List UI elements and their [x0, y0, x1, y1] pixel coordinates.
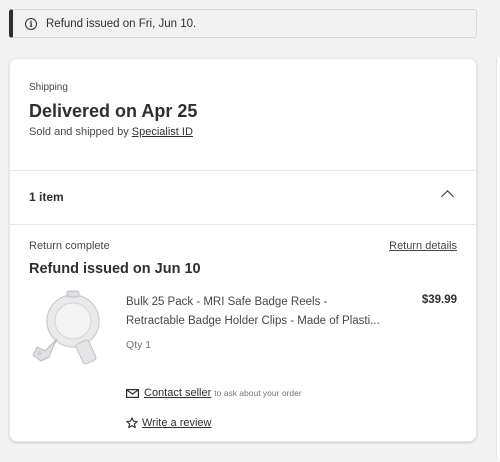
info-icon: i	[25, 17, 37, 30]
divider	[10, 170, 476, 171]
badge-reel-image[interactable]	[27, 287, 103, 367]
sold-by: Sold and shipped by Specialist ID	[29, 126, 193, 138]
seller-link[interactable]: Specialist ID	[132, 126, 193, 138]
refund-title: Refund issued on Jun 10	[29, 261, 201, 277]
banner-text: Refund issued on Fri, Jun 10.	[46, 17, 197, 30]
product-qty: Qty 1	[126, 339, 152, 351]
contact-hint: to ask about your order	[214, 388, 302, 398]
product-name-line2[interactable]: Retractable Badge Holder Clips - Made of…	[126, 312, 406, 331]
return-details-link[interactable]: Return details	[389, 240, 457, 252]
adjacent-panel-edge	[496, 58, 500, 458]
product-name[interactable]: Bulk 25 Pack - MRI Safe Badge Reels - Re…	[126, 293, 406, 331]
items-count: 1 item	[29, 190, 64, 204]
contact-seller: Contact seller to ask about your order	[126, 387, 302, 399]
divider	[10, 224, 476, 225]
shipping-label: Shipping	[29, 82, 68, 93]
delivery-status: Delivered on Apr 25	[29, 101, 198, 121]
return-status: Return complete	[29, 240, 110, 252]
order-card: Shipping Delivered on Apr 25 Sold and sh…	[9, 58, 477, 442]
write-review-link[interactable]: Write a review	[142, 417, 211, 429]
sold-by-prefix: Sold and shipped by	[29, 126, 129, 138]
chevron-up-icon[interactable]	[441, 190, 454, 203]
contact-seller-link[interactable]: Contact seller	[144, 387, 211, 399]
mail-icon	[126, 388, 139, 398]
write-review: Write a review	[126, 417, 211, 429]
refund-banner: i Refund issued on Fri, Jun 10.	[9, 9, 477, 38]
product-name-line1[interactable]: Bulk 25 Pack - MRI Safe Badge Reels -	[126, 293, 406, 312]
product-price: $39.99	[421, 294, 457, 306]
star-icon	[126, 417, 138, 429]
